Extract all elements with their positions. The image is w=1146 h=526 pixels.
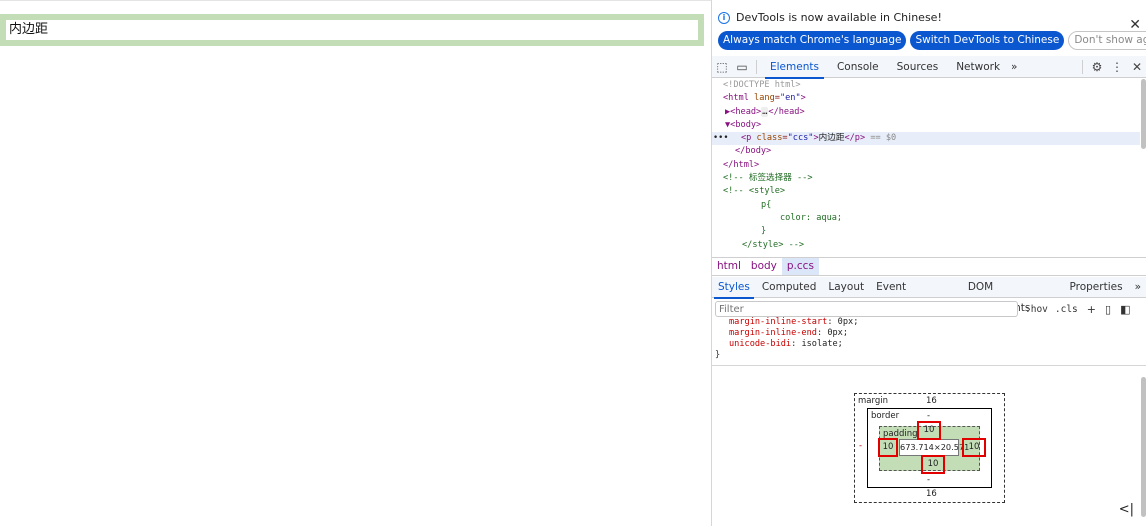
border-top-value[interactable]: - — [927, 411, 930, 421]
kebab-menu-icon[interactable]: ⋮ — [1107, 57, 1127, 77]
dom-node-head[interactable]: ▶<head>…</head> — [712, 106, 1140, 119]
elements-dom-tree: <!DOCTYPE html> <html lang="en"> ▶<head>… — [712, 79, 1140, 257]
device-toolbar-icon[interactable]: ▭ — [732, 57, 752, 77]
padding-left-highlight[interactable]: 10 — [878, 438, 898, 457]
tab-elements[interactable]: Elements — [761, 56, 828, 79]
breadcrumb-html[interactable]: html — [712, 258, 746, 275]
dom-node-doctype[interactable]: <!DOCTYPE html> — [712, 79, 1140, 92]
settings-gear-icon[interactable]: ⚙ — [1087, 57, 1107, 77]
banner-buttons: Always match Chrome's language Switch De… — [718, 31, 1146, 50]
tab-separator — [756, 59, 757, 74]
css-declaration[interactable]: unicode-bidi: isolate; — [712, 339, 1146, 350]
dom-comment[interactable]: p{ — [712, 199, 1140, 212]
styles-scrollbar[interactable] — [1141, 377, 1146, 517]
margin-top-value[interactable]: 16 — [926, 396, 937, 406]
dom-node-html[interactable]: <html lang="en"> — [712, 92, 1140, 105]
dom-node-body[interactable]: ▼<body> — [712, 119, 1140, 132]
dom-comment[interactable]: <!-- <style> — [712, 185, 1140, 198]
close-devtools-icon[interactable]: ✕ — [1127, 57, 1146, 77]
banner-info: i DevTools is now available in Chinese! — [718, 11, 942, 24]
dom-node-p-selected[interactable]: ••• <p class="ccs">内边距</p> == $0 — [712, 132, 1140, 146]
dont-show-again-button[interactable]: Don't show again — [1068, 31, 1146, 50]
tab-sources[interactable]: Sources — [888, 56, 948, 78]
styles-filter-input[interactable] — [715, 301, 1018, 317]
toggle-sidebar-icon[interactable]: ◧ — [1120, 303, 1130, 316]
switch-to-chinese-button[interactable]: Switch DevTools to Chinese — [910, 31, 1065, 50]
border-bottom-value[interactable]: - — [927, 475, 930, 485]
styles-tabbar: Styles Computed Layout Event Listeners D… — [712, 277, 1146, 314]
tab-dom-breakpoints[interactable]: DOM Breakpoints — [962, 277, 1064, 314]
paint-brush-icon[interactable]: ▯ — [1105, 303, 1111, 316]
collapse-panel-icon[interactable]: <| — [1119, 502, 1134, 517]
viewport-top-border — [0, 0, 711, 1]
dom-scrollbar[interactable] — [1141, 79, 1146, 149]
dom-node-body-close[interactable]: </body> — [712, 145, 1140, 158]
css-declaration[interactable]: margin-inline-start: 0px; — [712, 317, 1146, 328]
margin-left-value[interactable]: - — [859, 441, 862, 451]
tab-computed[interactable]: Computed — [756, 277, 823, 298]
margin-label: margin — [858, 396, 888, 406]
border-label: border — [871, 411, 900, 421]
dom-node-html-close[interactable]: </html> — [712, 159, 1140, 172]
more-subtabs-icon[interactable]: » — [1129, 277, 1146, 298]
tab-event-listeners[interactable]: Event Listeners — [870, 277, 962, 314]
cls-toggle[interactable]: .cls — [1055, 304, 1078, 315]
section-divider — [712, 365, 1146, 366]
dom-comment[interactable]: color: aqua; — [712, 212, 1140, 225]
paragraph: 内边距 — [6, 20, 698, 40]
always-match-language-button[interactable]: Always match Chrome's language — [718, 31, 907, 50]
css-declaration[interactable]: margin-inline-end: 0px; — [712, 328, 1146, 339]
dom-comment[interactable]: <!-- 标签选择器 --> — [712, 172, 1140, 185]
breadcrumb-p-ccs[interactable]: p.ccs — [781, 258, 819, 275]
more-tabs-icon[interactable]: » — [1009, 56, 1019, 78]
margin-bottom-value[interactable]: 16 — [926, 489, 937, 499]
tab-styles[interactable]: Styles — [712, 277, 756, 299]
css-rule-close: } — [715, 350, 721, 360]
padding-bottom-highlight[interactable]: 10 — [921, 455, 945, 474]
breadcrumb: html body p.ccs — [712, 257, 1146, 276]
dom-comment[interactable]: } — [712, 225, 1140, 238]
info-icon: i — [718, 11, 730, 24]
breadcrumb-body[interactable]: body — [746, 258, 782, 275]
language-banner: i DevTools is now available in Chinese! … — [712, 0, 1146, 56]
tab-separator — [1082, 59, 1083, 74]
css-declarations: margin-inline-start: 0px; margin-inline-… — [712, 317, 1146, 361]
dom-comment[interactable]: </style> --> — [712, 239, 1140, 252]
styles-filter-row: :hov .cls + ▯ ◧ — [712, 299, 1146, 319]
padding-highlight: 内边距 — [0, 14, 704, 46]
devtools-tabbar: ⬚ ▭ Elements Console Sources Network » ⚙… — [712, 56, 1146, 79]
tab-properties[interactable]: Properties — [1063, 277, 1128, 298]
padding-top-highlight[interactable]: 10 — [917, 421, 941, 440]
tab-console[interactable]: Console — [828, 56, 888, 78]
inspect-element-icon[interactable]: ⬚ — [712, 57, 732, 77]
banner-text: DevTools is now available in Chinese! — [736, 11, 942, 24]
page-viewport: 内边距 — [0, 0, 711, 526]
hov-toggle[interactable]: :hov — [1025, 304, 1048, 315]
tab-layout[interactable]: Layout — [822, 277, 870, 298]
new-style-rule-icon[interactable]: + — [1087, 303, 1096, 316]
close-banner-icon[interactable]: ✕ — [1129, 18, 1141, 32]
devtools-panel: i DevTools is now available in Chinese! … — [711, 0, 1146, 526]
box-model-content-size[interactable]: 673.714×20.571 — [899, 439, 969, 456]
padding-right-highlight[interactable]: 10 — [962, 438, 986, 457]
tab-network[interactable]: Network — [947, 56, 1009, 78]
